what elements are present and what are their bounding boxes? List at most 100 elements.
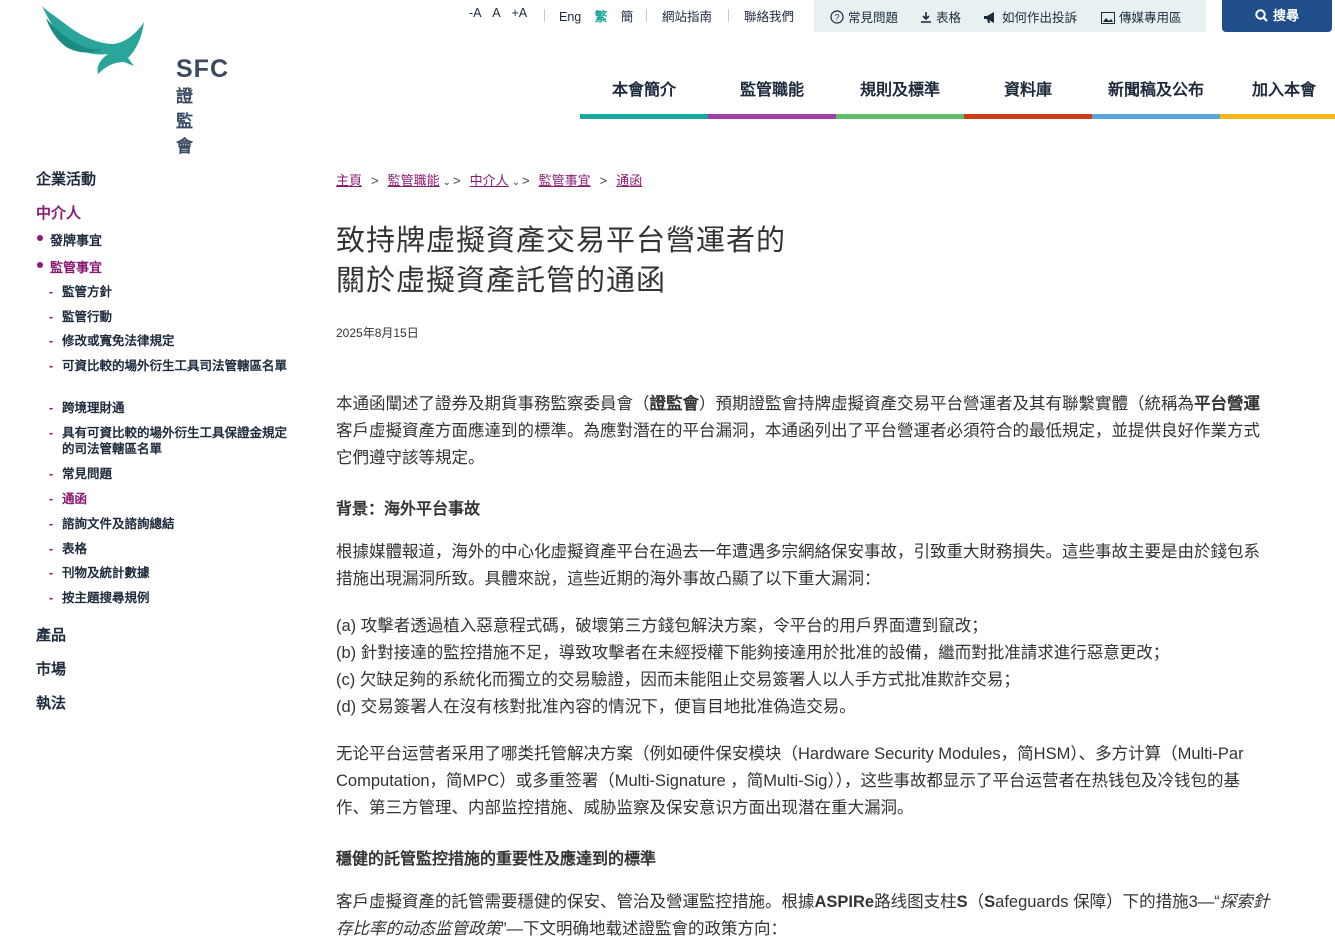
sidebar-sub-item[interactable]: - 監管行動: [49, 309, 294, 325]
sidebar-products[interactable]: 產品: [36, 624, 66, 645]
nav-news[interactable]: 新聞稿及公布: [1092, 76, 1220, 100]
faq-link[interactable]: ? 常見問題: [830, 7, 898, 26]
nav-color-bar: [580, 114, 708, 119]
section-heading: 穩健的託管監控措施的重要性及應達到的標準: [336, 851, 657, 868]
list-item: (a) 攻擊者透過植入惡意程式碼，破壞第三方錢包解決方案，令平台的用戶界面遭到竄…: [336, 617, 988, 635]
sidebar-sub-item[interactable]: - 表格: [49, 541, 294, 557]
forms-link[interactable]: 表格: [920, 7, 961, 26]
sidebar-enforcement[interactable]: 執法: [36, 692, 66, 713]
svg-text:?: ?: [834, 13, 839, 23]
complaint-label: 如何作出投訴: [1002, 11, 1078, 25]
eagle-logo-icon: [42, 6, 144, 74]
breadcrumb-intermediaries[interactable]: 中介人: [470, 173, 509, 188]
sidebar-sub-label: 常見問題: [62, 467, 113, 481]
sidebar-sub-item[interactable]: - 按主題搜尋規例: [49, 590, 294, 606]
breadcrumb-circulars[interactable]: 通函: [616, 173, 642, 188]
sidebar-sub-label: 刊物及統計數據: [62, 566, 150, 580]
sfc-logo[interactable]: SFC 證監會: [38, 4, 228, 156]
nav-rules[interactable]: 規則及標準: [836, 76, 964, 100]
sitemap-link[interactable]: 網站指南: [662, 6, 712, 24]
sidebar-intermediaries[interactable]: 中介人: [36, 202, 81, 223]
quick-links-bar: ? 常見問題 表格 如何作出投訴 傳媒專用區: [814, 0, 1206, 32]
sidebar-sub-item-active[interactable]: - 通函: [49, 491, 294, 507]
nav-careers[interactable]: 加入本會: [1220, 76, 1335, 100]
list-item: (c) 欠缺足夠的系統化而獨立的交易驗證，因而未能阻止交易簽署人以人手方式批准欺…: [336, 671, 1020, 689]
sidebar-corporate[interactable]: 企業活動: [36, 168, 96, 189]
download-icon: [921, 12, 931, 23]
sidebar-sub-label: 按主題搜尋規例: [62, 591, 150, 605]
media-link[interactable]: 傳媒專用區: [1101, 7, 1182, 26]
logo-text-zh: 證監會: [176, 87, 194, 156]
sidebar-sub-item[interactable]: - 跨境理財通: [49, 400, 294, 416]
nav-color-bar: [836, 114, 964, 119]
image-icon: [1101, 12, 1115, 24]
paragraph-background: 根據媒體報道，海外的中心化虛擬資產平台在過去一年遭遇多宗網絡保安事故，引致重大財…: [336, 543, 1260, 588]
sidebar-sub-label: 可資比較的場外衍生工具司法管轄區名單: [62, 359, 288, 373]
vulnerability-list: (a) 攻擊者透過植入惡意程式碼，破壞第三方錢包解決方案，令平台的用戶界面遭到竄…: [336, 613, 1335, 721]
title-line: 致持牌虛擬資產交易平台營運者的: [336, 225, 787, 257]
lang-sc-link[interactable]: 簡: [621, 10, 634, 24]
sidebar-licensing[interactable]: 發牌事宜: [37, 230, 102, 249]
nav-color-bar: [1220, 114, 1335, 119]
nav-about[interactable]: 本會簡介: [580, 76, 708, 100]
complaint-link[interactable]: 如何作出投訴: [983, 7, 1077, 26]
bullet: [37, 262, 43, 268]
sidebar-sub-item[interactable]: - 可資比較的場外衍生工具司法管轄區名單: [49, 358, 294, 374]
paragraph-standards: 客戶虛擬資產的託管需要穩健的保安、管治及營運監控措施。根據ASPIRe路线图支柱…: [336, 893, 1270, 938]
publish-date: 2025年8月15日: [336, 326, 419, 340]
font-large-button[interactable]: +A: [511, 6, 527, 20]
breadcrumb: 主頁 > 監管職能 ⌄ > 中介人 ⌄ > 監管事宜 > 通函: [336, 173, 643, 188]
nav-regulatory[interactable]: 監管職能: [708, 76, 836, 100]
lang-tc-link[interactable]: 繁: [595, 10, 608, 24]
sidebar-sub-item[interactable]: - 監管方針: [49, 284, 294, 300]
question-circle-icon: ?: [830, 10, 844, 24]
sidebar-sub-item[interactable]: - 修改或寬免法律規定: [49, 333, 294, 349]
sidebar-supervision-label: 監管事宜: [50, 260, 103, 275]
sidebar-sub-item[interactable]: - 諮詢文件及諮詢總結: [49, 516, 294, 532]
divider: [728, 9, 729, 22]
list-item: (d) 交易簽署人在沒有核對批准內容的情況下，便盲目地批准偽造交易。: [336, 698, 856, 716]
search-button[interactable]: 搜尋: [1222, 0, 1332, 32]
forms-label: 表格: [936, 11, 962, 25]
paragraph-intro: 本通函闡述了證券及期貨事務監察委員會（證監會）預期證監會持牌虛擬資產交易平台營運…: [336, 395, 1260, 467]
chevron-down-icon[interactable]: ⌄: [443, 177, 451, 188]
lang-en-link[interactable]: Eng: [559, 10, 581, 24]
font-small-button[interactable]: -A: [469, 6, 481, 20]
sidebar-sub-label: 諮詢文件及諮詢總結: [62, 517, 175, 531]
media-label: 傳媒專用區: [1119, 11, 1182, 25]
sidebar-markets[interactable]: 市場: [36, 658, 66, 679]
breadcrumb-home[interactable]: 主頁: [336, 173, 362, 188]
sidebar-sub-label: 跨境理財通: [62, 401, 125, 415]
divider: [646, 9, 647, 22]
nav-color-bar: [708, 114, 836, 119]
font-medium-button[interactable]: A: [492, 6, 500, 20]
sidebar-sub-label: 通函: [62, 492, 88, 506]
sidebar-sub-item[interactable]: - 具有可資比較的場外衍生工具保證金規定的司法管轄區名單: [49, 425, 294, 457]
breadcrumb-regulatory[interactable]: 監管職能: [388, 173, 440, 188]
sidebar-sub-label: 監管行動: [62, 310, 113, 324]
contact-link[interactable]: 聯絡我們: [744, 6, 794, 24]
language-switcher: Eng 繁 簡: [559, 6, 633, 24]
paragraph-custody-solutions: 无论平台运营者采用了哪类托管解决方案（例如硬件保安模块（Hardware Sec…: [336, 745, 1244, 817]
logo-text-en: SFC: [176, 55, 229, 83]
nav-database[interactable]: 資料庫: [964, 76, 1092, 100]
title-line: 關於虛擬資產託管的通函: [336, 265, 667, 297]
sidebar-sub-label: 監管方針: [62, 285, 113, 299]
search-icon: [1255, 9, 1268, 22]
section-heading: 背景：海外平台事故: [336, 501, 481, 518]
sidebar-supervision[interactable]: 監管事宜: [37, 257, 103, 276]
sidebar-sub-label: 表格: [62, 542, 88, 556]
sidebar-sub-label: 具有可資比較的場外衍生工具保證金規定的司法管轄區名單: [62, 426, 288, 456]
divider: [544, 9, 545, 22]
nav-color-bar: [1092, 114, 1220, 119]
font-size-controls: -A A +A: [469, 6, 527, 24]
megaphone-icon: [984, 12, 994, 23]
bullet: [37, 235, 43, 241]
sidebar-sub-label: 修改或寬免法律規定: [62, 334, 175, 348]
sidebar-sub-item[interactable]: - 常見問題: [49, 466, 294, 482]
sidebar-sub-item[interactable]: - 刊物及統計數據: [49, 565, 294, 581]
breadcrumb-supervision[interactable]: 監管事宜: [539, 173, 591, 188]
faq-label: 常見問題: [848, 11, 899, 25]
nav-color-bar: [964, 114, 1092, 119]
chevron-down-icon[interactable]: ⌄: [512, 177, 520, 188]
